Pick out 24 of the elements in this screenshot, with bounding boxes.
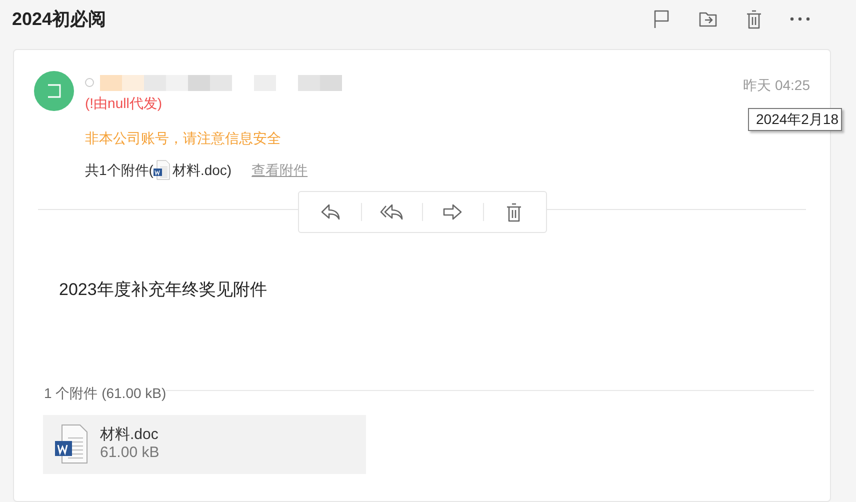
attachment-size: 61.00 kB <box>100 444 160 462</box>
forward-icon[interactable] <box>442 203 462 221</box>
date-tooltip: 2024年2月18 <box>748 108 842 131</box>
trash-icon[interactable] <box>506 202 522 222</box>
attachment-file-name: 材料.doc <box>100 426 160 444</box>
reply-icon[interactable] <box>320 203 340 221</box>
security-warning: 非本公司账号，请注意信息安全 <box>85 129 282 148</box>
proxy-note: (!由null代发) <box>85 94 164 113</box>
parenthesis: ) <box>226 160 232 180</box>
avatar-icon <box>47 84 61 98</box>
message-body: 2023年度补充年终奖见附件 <box>58 279 268 301</box>
attachments-heading: 1 个附件 (61.00 kB) <box>44 384 166 403</box>
attachment-card[interactable]: 材料.doc 61.00 kB <box>43 414 366 474</box>
timestamp: 昨天 04:25 <box>743 76 810 95</box>
reply-all-icon[interactable] <box>380 203 404 221</box>
trash-icon[interactable] <box>746 10 762 28</box>
attachment-name: 材料.doc <box>172 160 227 180</box>
flag-icon[interactable] <box>653 9 671 29</box>
folder-arrow-icon[interactable] <box>699 11 717 27</box>
word-file-icon <box>153 160 170 180</box>
page-title: 2024初必阅 <box>12 8 108 30</box>
more-icon[interactable] <box>790 17 810 21</box>
attachment-count: 共1个附件( <box>85 160 154 180</box>
word-document-icon <box>54 424 88 464</box>
